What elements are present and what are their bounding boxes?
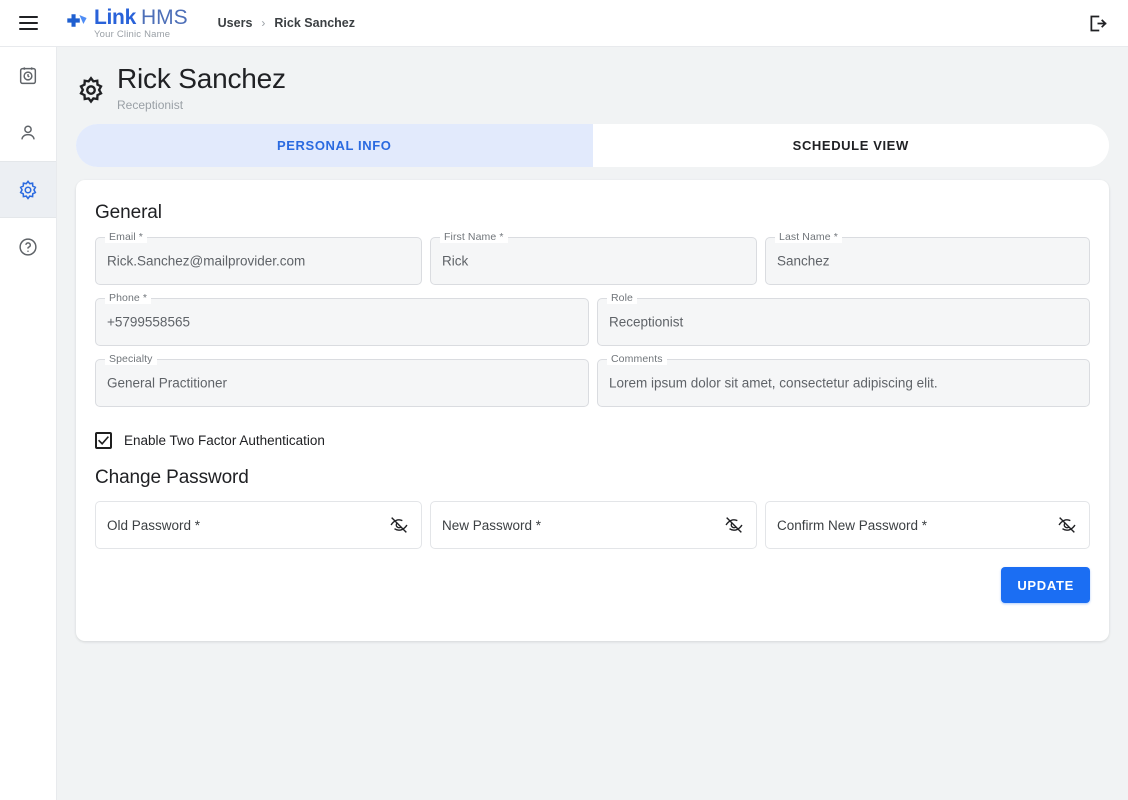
top-bar-actions <box>1084 10 1110 36</box>
sidebar-item-users[interactable] <box>0 104 56 161</box>
eye-off-icon[interactable] <box>723 514 745 536</box>
specialty-field-label: Specialty <box>105 353 157 365</box>
logo-tagline: Your Clinic Name <box>94 28 171 40</box>
general-form: Email * Rick.Sanchez@mailprovider.com Fi… <box>76 231 1109 407</box>
calendar-clock-icon <box>19 66 37 84</box>
help-circle-icon <box>19 237 37 256</box>
comments-field-value: Lorem ipsum dolor sit amet, consectetur … <box>609 375 938 391</box>
left-nav-sidebar <box>0 47 57 800</box>
gear-icon <box>79 76 103 104</box>
medical-cross-icon <box>67 14 87 27</box>
specialty-field-value: General Practitioner <box>107 375 228 391</box>
role-field-label: Role <box>607 292 637 304</box>
comments-field[interactable]: Comments Lorem ipsum dolor sit amet, con… <box>597 353 1090 407</box>
eye-off-icon[interactable] <box>1056 514 1078 536</box>
tab-personal-info[interactable]: PERSONAL INFO <box>76 124 593 167</box>
breadcrumb: Users › Rick Sanchez <box>218 16 355 30</box>
hamburger-menu-icon[interactable] <box>0 0 56 46</box>
hamburger-bar <box>18 22 38 24</box>
last-name-field-label: Last Name * <box>775 231 842 243</box>
top-app-bar: Link HMS Your Clinic Name Users › Rick S… <box>0 0 1128 47</box>
change-password-heading: Change Password <box>95 467 249 488</box>
breadcrumb-item-users[interactable]: Users <box>218 16 253 30</box>
role-field-value: Receptionist <box>609 314 684 330</box>
page-subtitle: Receptionist <box>117 98 184 113</box>
comments-field-label: Comments <box>607 353 667 365</box>
role-field[interactable]: Role Receptionist <box>597 292 1090 346</box>
general-section-heading: General <box>95 202 162 223</box>
last-name-field-value: Sanchez <box>777 253 830 269</box>
hamburger-bar <box>18 28 38 30</box>
password-row: Old Password * New Password * Confirm Ne… <box>95 501 1090 549</box>
new-password-placeholder: New Password * <box>442 517 542 533</box>
last-name-field[interactable]: Last Name * Sanchez <box>765 231 1090 285</box>
email-field-label: Email * <box>105 231 147 243</box>
first-name-field-value: Rick <box>442 253 469 269</box>
change-password-form: Old Password * New Password * Confirm Ne… <box>76 501 1109 549</box>
hamburger-bar <box>18 16 38 18</box>
sidebar-item-help[interactable] <box>0 218 56 275</box>
form-row-2: Phone * +5799558565 Role Receptionist <box>95 292 1090 346</box>
app-logo[interactable]: Link HMS Your Clinic Name <box>64 7 188 40</box>
email-field-value: Rick.Sanchez@mailprovider.com <box>107 253 306 269</box>
breadcrumb-item-current: Rick Sanchez <box>274 16 355 30</box>
tab-bar: PERSONAL INFO SCHEDULE VIEW <box>76 124 1109 167</box>
sidebar-item-appointments[interactable] <box>0 47 56 104</box>
confirm-password-placeholder: Confirm New Password * <box>777 517 928 533</box>
sidebar-item-settings[interactable] <box>0 161 56 218</box>
phone-field-label: Phone * <box>105 292 152 304</box>
checkmark-icon <box>98 436 109 445</box>
main-content: Rick Sanchez Receptionist PERSONAL INFO … <box>57 47 1128 800</box>
logo-primary-text: Link <box>94 5 136 29</box>
specialty-field[interactable]: Specialty General Practitioner <box>95 353 589 407</box>
logout-icon[interactable] <box>1084 10 1110 36</box>
logo-secondary-text: HMS <box>140 5 188 29</box>
form-row-3: Specialty General Practitioner Comments … <box>95 353 1090 407</box>
update-button[interactable]: UPDATE <box>1001 567 1090 603</box>
first-name-field[interactable]: First Name * Rick <box>430 231 757 285</box>
tab-schedule-view[interactable]: SCHEDULE VIEW <box>592 124 1109 167</box>
breadcrumb-separator-icon: › <box>261 16 266 30</box>
old-password-placeholder: Old Password * <box>107 517 201 533</box>
two-factor-label: Enable Two Factor Authentication <box>124 433 325 448</box>
new-password-field[interactable]: New Password * <box>430 501 757 549</box>
old-password-field[interactable]: Old Password * <box>95 501 422 549</box>
form-row-1: Email * Rick.Sanchez@mailprovider.com Fi… <box>95 231 1090 285</box>
phone-field-value: +5799558565 <box>107 314 190 330</box>
eye-off-icon[interactable] <box>388 514 410 536</box>
person-icon <box>21 124 35 139</box>
confirm-password-field[interactable]: Confirm New Password * <box>765 501 1090 549</box>
card-actions: UPDATE <box>76 549 1109 603</box>
first-name-field-label: First Name * <box>440 231 508 243</box>
page-title: Rick Sanchez <box>117 63 286 94</box>
email-field[interactable]: Email * Rick.Sanchez@mailprovider.com <box>95 231 422 285</box>
page-header: Rick Sanchez Receptionist <box>57 47 1128 112</box>
phone-field[interactable]: Phone * +5799558565 <box>95 292 589 346</box>
two-factor-checkbox[interactable] <box>95 432 112 449</box>
two-factor-row[interactable]: Enable Two Factor Authentication <box>95 432 1109 449</box>
personal-info-card: General Email * Rick.Sanchez@mailprovide… <box>76 180 1109 641</box>
gear-icon <box>19 179 37 200</box>
